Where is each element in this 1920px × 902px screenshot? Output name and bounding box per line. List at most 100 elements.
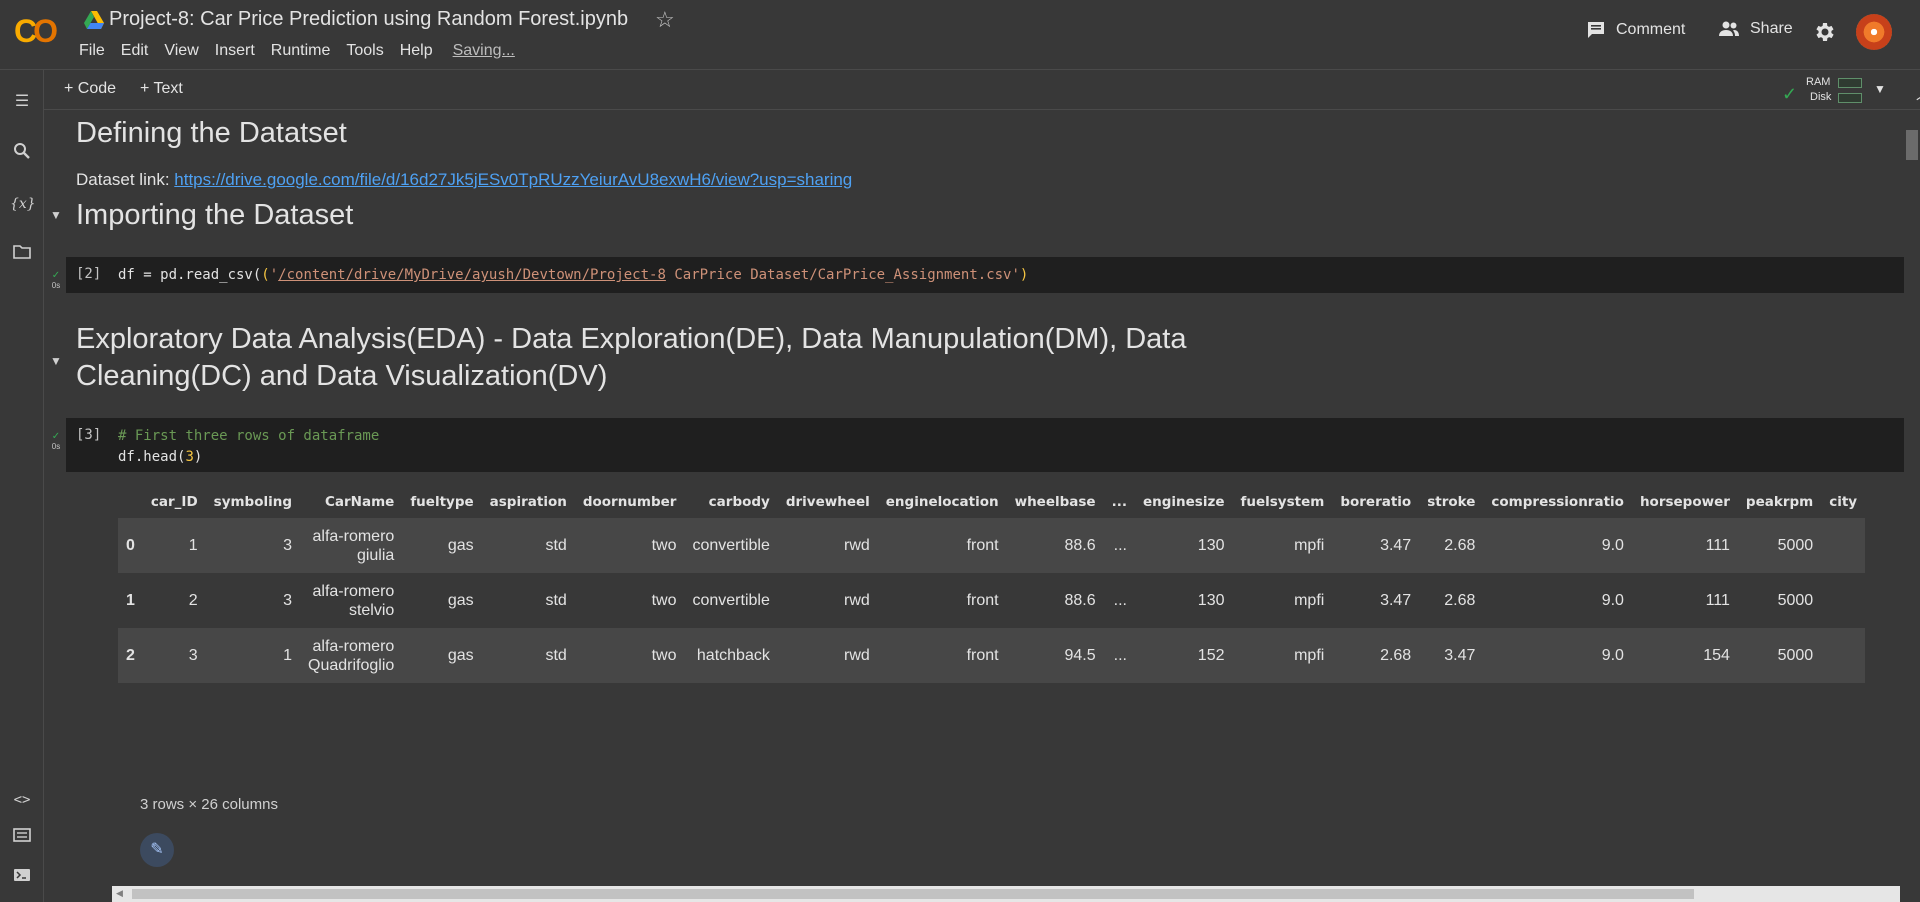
cell-prompt[interactable]: [3] — [76, 427, 101, 443]
table-cell: rwd — [777, 628, 878, 683]
comment-button[interactable]: Comment — [1586, 20, 1685, 40]
table-cell: two — [574, 628, 685, 683]
left-rail: ☰ {x} <> — [0, 70, 44, 902]
row-index: 0 — [118, 518, 143, 573]
code-paren-close: ) — [1019, 267, 1029, 283]
dataset-link-prefix: Dataset link: — [76, 170, 175, 189]
table-cell: 152 — [1134, 628, 1233, 683]
menu-tools[interactable]: Tools — [346, 42, 393, 60]
column-header: fuelsystem — [1240, 494, 1325, 510]
table-cell: front — [877, 628, 1007, 683]
table-cell: convertible — [684, 518, 778, 573]
menu-insert[interactable]: Insert — [215, 42, 265, 60]
share-button[interactable]: Share — [1718, 20, 1793, 38]
dataset-link[interactable]: https://drive.google.com/file/d/16d27Jk5… — [174, 170, 852, 189]
chevron-up-icon[interactable]: ︿ — [1916, 80, 1920, 104]
menu-help[interactable]: Help — [400, 42, 443, 60]
column-header: aspiration — [489, 494, 567, 510]
table-cell: ... — [1113, 592, 1127, 609]
table-cell: rwd — [844, 592, 870, 609]
chevron-down-icon[interactable]: ▼ — [1874, 82, 1886, 96]
column-header: drivewheel — [785, 494, 870, 510]
menu-bar: File Edit View Insert Runtime Tools Help… — [79, 42, 515, 60]
table-cell: mpfi — [1232, 518, 1333, 573]
menu-edit[interactable]: Edit — [121, 42, 159, 60]
code-snippets-icon[interactable]: <> — [10, 788, 34, 812]
table-cell: gas — [402, 628, 482, 683]
table-cell: 154 — [1631, 628, 1738, 683]
app-header: CO Project-8: Car Price Prediction using… — [0, 0, 1920, 70]
vertical-scrollbar-thumb[interactable] — [1906, 130, 1918, 160]
star-icon[interactable]: ☆ — [655, 7, 675, 33]
code-cell-2[interactable]: ✓ 0s [2] df = pd.read_csv(('/content/driv… — [52, 257, 1904, 293]
column-header: symboling — [213, 494, 293, 510]
table-cell: alfa-romero giulia — [300, 518, 403, 573]
table-cell: 1 — [142, 518, 206, 573]
table-cell: 5000 — [1737, 628, 1822, 683]
table-cell: 130 — [1197, 592, 1225, 609]
add-text-button[interactable]: + Text — [140, 80, 183, 98]
add-code-button[interactable]: + Code — [64, 80, 116, 98]
table-cell: 3 — [142, 628, 206, 683]
save-status[interactable]: Saving... — [453, 42, 515, 60]
cell-prompt[interactable]: [2] — [76, 266, 101, 282]
table-cell: 2.68 — [1332, 628, 1420, 683]
ram-bar — [1838, 78, 1862, 88]
table-cell: 2.68 — [1419, 518, 1484, 573]
code-string-rest: CarPrice Dataset/CarPrice_Assignment.csv… — [665, 267, 1020, 283]
horizontal-scrollbar[interactable]: ◀ — [112, 886, 1900, 902]
table-cell: ... — [1103, 518, 1135, 573]
table-cell: 3 — [205, 518, 301, 573]
notebook-toolbar: + Code + Text ✓ RAM Disk ▼ ︿ — [44, 70, 1920, 110]
scroll-left-icon[interactable]: ◀ — [116, 888, 123, 899]
variables-icon[interactable]: {x} — [10, 192, 36, 216]
table-cell: gas — [402, 518, 482, 573]
code-cell-3[interactable]: ✓ 0s [3] # First three rows of dataframe … — [52, 418, 1904, 472]
table-cell: mpfi — [1232, 628, 1333, 683]
menu-runtime[interactable]: Runtime — [271, 42, 341, 60]
table-cell — [1821, 628, 1866, 683]
code-editor[interactable]: # First three rows of dataframe df.head(… — [118, 426, 379, 468]
table-cell: rwd — [777, 518, 878, 573]
table-row: 0 1 3 alfa-romero giulia gas std two convertible… — [118, 518, 1866, 573]
column-header: fueltype — [410, 494, 474, 510]
command-palette-icon[interactable] — [10, 826, 34, 850]
avatar[interactable] — [1856, 14, 1892, 50]
terminal-icon[interactable] — [10, 866, 34, 890]
column-header: horsepower — [1639, 494, 1730, 510]
scrollbar-thumb[interactable] — [132, 889, 1694, 899]
magic-wand-icon[interactable]: ✎ — [140, 833, 174, 867]
menu-file[interactable]: File — [79, 42, 115, 60]
table-cell: alfa-romero Quadrifoglio — [300, 628, 403, 683]
table-cell — [1821, 573, 1865, 628]
notebook-content: Defining the Datatset Dataset link: http… — [44, 110, 1904, 902]
collapse-section-icon[interactable]: ▼ — [50, 208, 62, 222]
table-cell: std — [481, 518, 575, 573]
table-cell: 3.47 — [1332, 518, 1420, 573]
table-of-contents-icon[interactable]: ☰ — [10, 90, 34, 114]
code-editor[interactable]: df = pd.read_csv(('/content/drive/MyDriv… — [118, 265, 1028, 286]
colab-logo[interactable]: CO — [14, 14, 64, 48]
ram-label: RAM — [1806, 76, 1831, 88]
code-string-path: /content/drive/MyDrive/ayush/Devtown/Pro… — [278, 267, 666, 283]
table-cell — [1821, 518, 1866, 573]
search-icon[interactable] — [10, 142, 34, 166]
column-header: enginelocation — [885, 494, 999, 510]
notebook-title[interactable]: Project-8: Car Price Prediction using Ra… — [109, 8, 628, 31]
table-cell: convertible — [692, 592, 770, 609]
menu-view[interactable]: View — [164, 42, 208, 60]
share-label: Share — [1750, 20, 1793, 37]
gear-icon[interactable] — [1812, 20, 1836, 44]
google-drive-icon[interactable] — [84, 11, 104, 29]
table-cell: 9.0 — [1483, 518, 1632, 573]
table-cell: 3.47 — [1380, 592, 1412, 609]
code-paren: ( — [261, 267, 270, 283]
dataset-link-paragraph: Dataset link: https://drive.google.com/f… — [76, 170, 852, 190]
disk-label: Disk — [1810, 91, 1832, 103]
code-text: df = pd.read_csv( — [118, 267, 262, 283]
collapse-section-icon[interactable]: ▼ — [50, 354, 62, 368]
comment-icon — [1588, 22, 1604, 38]
column-header: compressionratio — [1491, 494, 1624, 510]
table-cell: 94.5 — [1006, 628, 1104, 683]
folder-icon[interactable] — [10, 244, 34, 268]
